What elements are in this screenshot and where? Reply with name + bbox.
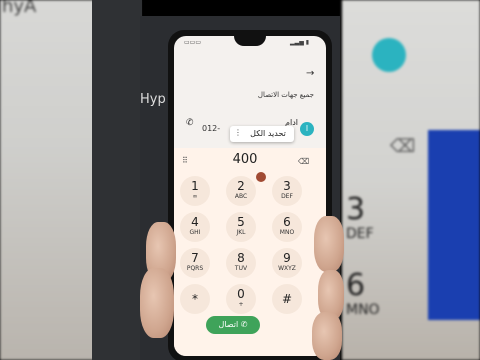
contact-avatar[interactable]: ا bbox=[300, 122, 314, 136]
key-8-letters: TUV bbox=[234, 265, 248, 272]
back-arrow-icon[interactable]: → bbox=[306, 68, 314, 79]
contact-number: 012- bbox=[202, 124, 221, 133]
key-3-letters: DEF bbox=[281, 193, 293, 200]
hyp-label: Hyp bbox=[140, 92, 166, 107]
touch-indicator bbox=[256, 172, 266, 182]
status-bar-right: ▂▃▅ ▮ bbox=[290, 39, 310, 46]
key-9[interactable]: 9 WXYZ bbox=[272, 248, 302, 278]
right-blurred-panel: ⌫ 3 DEF 6 MNO bbox=[342, 0, 480, 360]
key-0-digit: 0 bbox=[237, 287, 245, 301]
key-7-letters: PQRS bbox=[186, 265, 204, 272]
right-letters-mno: MNO bbox=[346, 302, 380, 318]
left-dark-strip bbox=[92, 0, 142, 360]
key-8-digit: 8 bbox=[237, 251, 245, 265]
key-3-digit: 3 bbox=[283, 179, 291, 193]
key-star[interactable]: * bbox=[180, 284, 210, 314]
call-phone-icon: ✆ bbox=[240, 320, 248, 329]
camera-notch bbox=[234, 36, 266, 46]
key-6-letters: MNO bbox=[279, 229, 295, 236]
key-5-digit: 5 bbox=[237, 215, 245, 229]
select-all-option[interactable]: تحديد الكل bbox=[244, 129, 292, 138]
backspace-icon[interactable]: ⌫ bbox=[298, 157, 309, 166]
left-finger-bottom bbox=[140, 268, 174, 338]
right-blue-region bbox=[428, 130, 480, 320]
context-menu: ⋮ تحديد الكل bbox=[230, 126, 294, 142]
key-5[interactable]: 5 JKL bbox=[226, 212, 256, 242]
key-3[interactable]: 3 DEF bbox=[272, 176, 302, 206]
status-bar-left: ▭▭▭ bbox=[184, 39, 202, 46]
call-button[interactable]: ✆ اتصال bbox=[206, 316, 260, 334]
key-1[interactable]: 1 ∞ bbox=[180, 176, 210, 206]
phone-icon: ✆ bbox=[186, 118, 194, 128]
phone-screen: ▭▭▭ ▂▃▅ ▮ → جميع جهات الاتصال ✆ 012- ادا… bbox=[174, 36, 326, 356]
key-9-letters: WXYZ bbox=[278, 265, 296, 272]
more-options-icon[interactable]: ⋮ bbox=[234, 128, 242, 137]
key-2-digit: 2 bbox=[237, 179, 245, 193]
dialed-number-display: 400 bbox=[232, 152, 258, 167]
right-letters-def: DEF bbox=[346, 226, 374, 242]
right-digit-3: 3 bbox=[346, 192, 366, 227]
right-avatar-blob bbox=[372, 38, 406, 72]
call-button-label: اتصال bbox=[218, 320, 239, 329]
key-7[interactable]: 7 PQRS bbox=[180, 248, 210, 278]
key-2-letters: ABC bbox=[234, 193, 248, 200]
all-contacts-link[interactable]: جميع جهات الاتصال bbox=[194, 91, 314, 99]
key-0-plus: + bbox=[238, 301, 244, 308]
key-1-digit: 1 bbox=[191, 179, 199, 193]
key-9-digit: 9 bbox=[283, 251, 291, 265]
dialpad-grid-icon[interactable]: ⠿ bbox=[182, 156, 188, 165]
key-hash-symbol: # bbox=[281, 292, 293, 306]
key-1-letters: ∞ bbox=[192, 193, 198, 200]
right-finger-bottom bbox=[312, 312, 342, 360]
right-finger-top bbox=[314, 216, 344, 272]
key-6[interactable]: 6 MNO bbox=[272, 212, 302, 242]
key-4[interactable]: 4 GHI bbox=[180, 212, 210, 242]
key-4-digit: 4 bbox=[191, 215, 199, 229]
key-6-digit: 6 bbox=[283, 215, 291, 229]
left-top-label: hyA bbox=[2, 0, 37, 17]
right-backspace-icon: ⌫ bbox=[390, 136, 416, 157]
key-7-digit: 7 bbox=[191, 251, 199, 265]
key-5-letters: JKL bbox=[236, 229, 246, 236]
key-4-letters: GHI bbox=[189, 229, 201, 236]
key-hash[interactable]: # bbox=[272, 284, 302, 314]
key-star-symbol: * bbox=[192, 292, 198, 306]
key-0[interactable]: 0 + bbox=[226, 284, 256, 314]
key-2[interactable]: 2 ABC bbox=[226, 176, 256, 206]
right-digit-6: 6 bbox=[346, 268, 366, 303]
key-8[interactable]: 8 TUV bbox=[226, 248, 256, 278]
